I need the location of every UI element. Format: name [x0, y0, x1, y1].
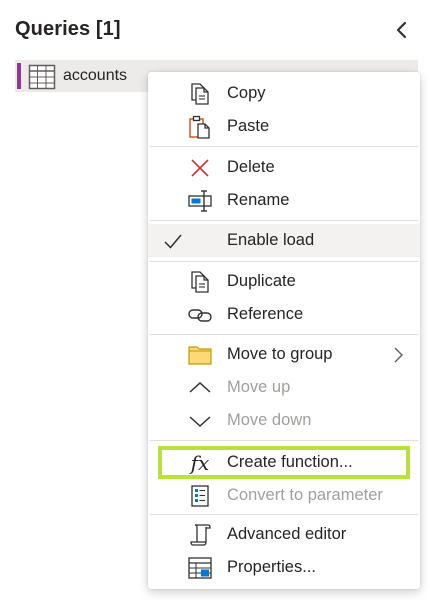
folder-icon — [188, 346, 212, 365]
menu-separator — [150, 334, 418, 335]
query-context-menu: Copy Paste Delete Rename Enable load Dup… — [148, 72, 420, 589]
chevron-left-icon — [396, 21, 407, 39]
menu-item-label: Properties... — [227, 558, 316, 576]
menu-item-label: Reference — [227, 305, 304, 323]
menu-item-enable-load[interactable]: Enable load — [148, 224, 420, 257]
menu-item-label: Delete — [227, 158, 275, 176]
menu-item-properties[interactable]: Properties... — [148, 551, 420, 584]
menu-item-paste[interactable]: Paste — [148, 110, 420, 143]
menu-item-move-up[interactable]: Move up — [148, 371, 420, 404]
menu-item-rename[interactable]: Rename — [148, 184, 420, 217]
query-name: accounts — [63, 67, 128, 84]
menu-item-duplicate[interactable]: Duplicate — [148, 265, 420, 298]
menu-separator — [150, 146, 418, 147]
menu-item-label: Convert to parameter — [227, 486, 383, 504]
menu-item-label: Duplicate — [227, 272, 296, 290]
fx-icon: fx — [190, 451, 210, 475]
panel-title: Queries [1] — [15, 18, 121, 40]
table-icon — [28, 64, 56, 90]
checkmark-icon — [164, 234, 182, 249]
menu-item-label: Enable load — [227, 231, 315, 249]
rename-icon — [188, 190, 212, 212]
collapse-pane-button[interactable] — [388, 16, 416, 44]
menu-item-advanced-editor[interactable]: Advanced editor — [148, 518, 420, 551]
properties-icon — [188, 557, 212, 579]
menu-item-move-down[interactable]: Move down — [148, 404, 420, 437]
menu-item-label: Move down — [227, 411, 312, 429]
menu-item-convert-to-parameter[interactable]: Convert to parameter — [148, 479, 420, 512]
menu-separator — [150, 220, 418, 221]
link-icon — [188, 309, 212, 322]
selection-accent — [17, 63, 21, 89]
menu-separator — [150, 440, 418, 441]
chevron-up-icon — [189, 381, 211, 393]
chevron-right-icon — [394, 347, 403, 363]
menu-item-label: Create function... — [227, 453, 353, 471]
menu-item-label: Rename — [227, 191, 290, 209]
menu-item-label: Advanced editor — [227, 525, 347, 543]
chevron-down-icon — [189, 416, 211, 428]
duplicate-icon — [191, 271, 209, 293]
menu-separator — [150, 261, 418, 262]
menu-item-delete[interactable]: Delete — [148, 151, 420, 184]
queries-pane-header: Queries [1] — [0, 0, 430, 60]
menu-item-label: Move up — [227, 378, 291, 396]
menu-item-label: Move to group — [227, 345, 333, 363]
menu-item-copy[interactable]: Copy — [148, 77, 420, 110]
delete-icon — [191, 159, 209, 177]
scroll-icon — [190, 524, 211, 546]
copy-icon — [191, 83, 209, 105]
menu-separator — [150, 514, 418, 515]
menu-item-move-to-group[interactable]: Move to group — [148, 338, 420, 371]
paste-icon — [189, 115, 210, 139]
menu-item-reference[interactable]: Reference — [148, 298, 420, 331]
menu-item-create-function[interactable]: fx Create function... — [148, 446, 420, 479]
menu-item-label: Copy — [227, 84, 266, 102]
menu-item-label: Paste — [227, 117, 270, 135]
parameter-icon — [191, 485, 209, 507]
